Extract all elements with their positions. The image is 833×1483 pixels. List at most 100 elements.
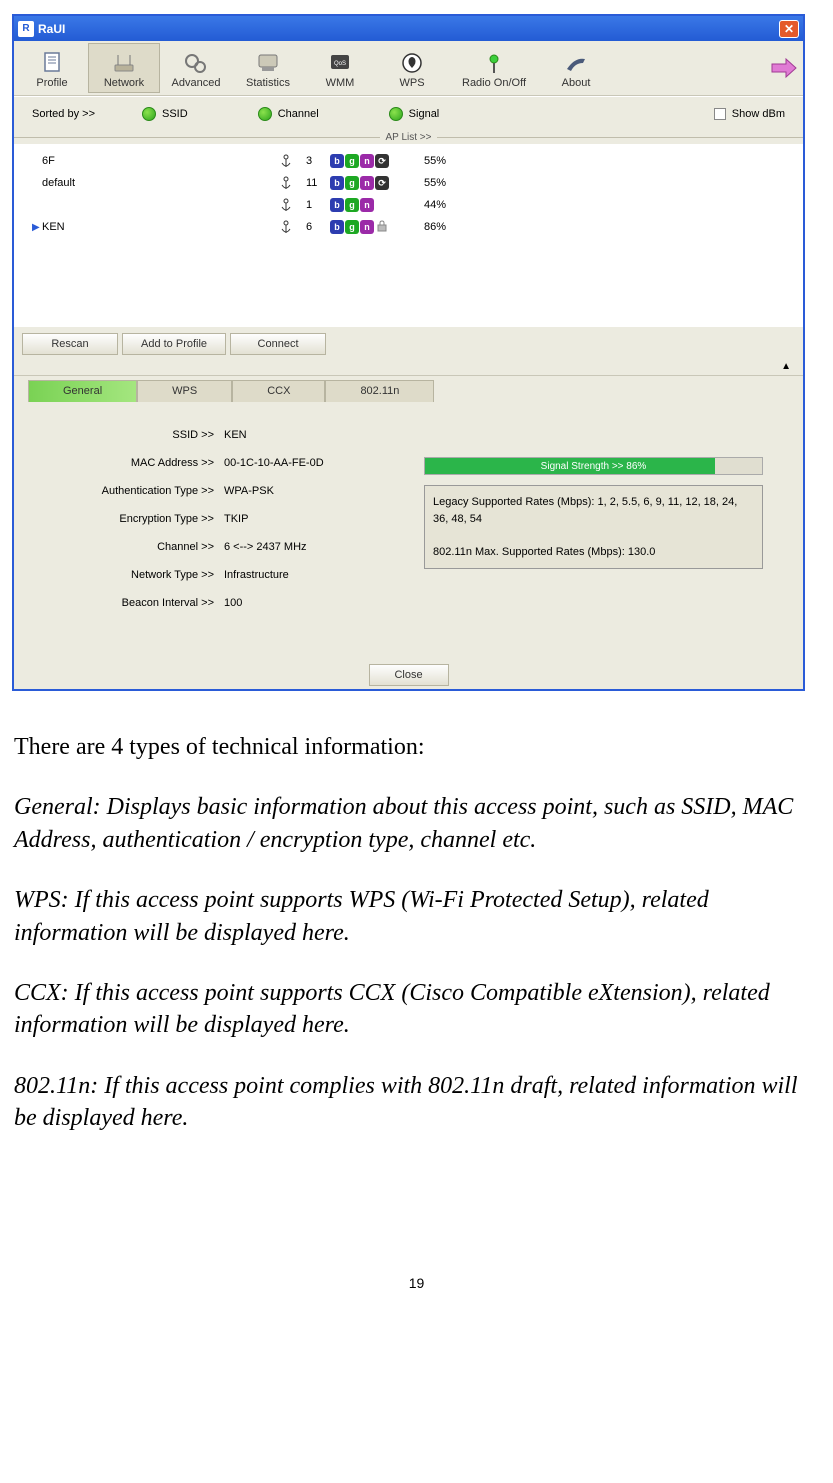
collapse-toggle[interactable]: ▲ [14,361,803,375]
badge-n-icon: n [360,176,374,190]
sort-ssid[interactable]: SSID [142,107,188,121]
ap-channel: 6 [306,221,330,233]
tab-ccx[interactable]: CCX [232,380,325,402]
doc-intro: There are 4 types of technical informati… [14,731,819,763]
application-window: R RaUI ✕ Profile Network Advanced [12,14,805,691]
anchor-icon [280,220,306,234]
detail-value: KEN [224,429,247,441]
next-page-icon[interactable] [767,51,801,85]
lock-icon [377,220,387,235]
ap-badges: bgn⟳ [330,176,410,190]
detail-label: Authentication Type >> [24,485,224,497]
sort-channel[interactable]: Channel [258,107,319,121]
ap-row[interactable]: ▶ KEN 6 bgn 86% [14,216,803,238]
show-dbm[interactable]: Show dBm [714,108,785,120]
badge-g-icon: g [345,198,359,212]
badge-b-icon: b [330,220,344,234]
sort-label: Sorted by >> [32,108,142,120]
radio-icon [479,49,509,77]
ap-row[interactable]: default 11 bgn⟳ 55% [14,172,803,194]
tab-general[interactable]: General [28,380,137,402]
badge-n-icon: n [360,220,374,234]
ap-badges: bgn⟳ [330,154,410,168]
badge-n-icon: n [360,154,374,168]
detail-label: Beacon Interval >> [24,597,224,609]
badge-g-icon: g [345,176,359,190]
orb-icon [142,107,156,121]
detail-label: Encryption Type >> [24,513,224,525]
doc-wps: WPS: If this access point supports WPS (… [14,884,819,949]
document-text: There are 4 types of technical informati… [0,691,833,1135]
ap-ssid: default [42,177,280,189]
ap-percent: 86% [410,221,460,233]
tab-wps[interactable]: WPS [376,43,448,93]
detail-value: WPA-PSK [224,485,274,497]
checkbox-icon[interactable] [714,108,726,120]
profile-icon [37,49,67,77]
signal-strength-bar: Signal Strength >> 86% [424,457,763,475]
rescan-button[interactable]: Rescan [22,333,118,355]
detail-row: MAC Address >> 00-1C-10-AA-FE-0D [24,449,424,477]
detail-row: SSID >> KEN [24,421,424,449]
detail-label: SSID >> [24,429,224,441]
selected-icon: ▶ [32,222,42,233]
detail-row: Beacon Interval >> 100 [24,589,424,617]
tab-statistics[interactable]: Statistics [232,43,304,93]
signal-bar [460,222,750,233]
detail-value: 6 <--> 2437 MHz [224,541,307,553]
statistics-icon [253,49,283,77]
ap-ssid: 6F [42,155,280,167]
badge-s-icon: ⟳ [375,176,389,190]
ap-percent: 55% [410,155,460,167]
orb-icon [258,107,272,121]
detail-label: MAC Address >> [24,457,224,469]
badge-b-icon: b [330,154,344,168]
anchor-icon [280,198,306,212]
ap-ssid: KEN [42,221,280,233]
connect-button[interactable]: Connect [230,333,326,355]
titlebar[interactable]: R RaUI ✕ [14,16,803,41]
action-buttons: Rescan Add to Profile Connect [14,327,803,361]
doc-80211n: 802.11n: If this access point complies w… [14,1070,819,1135]
detail-label: Channel >> [24,541,224,553]
detail-row: Authentication Type >> WPA-PSK [24,477,424,505]
detail-label: Network Type >> [24,569,224,581]
sort-signal[interactable]: Signal [389,107,440,121]
anchor-icon [280,154,306,168]
badge-s-icon: ⟳ [375,154,389,168]
tab-radio[interactable]: Radio On/Off [448,43,540,93]
add-profile-button[interactable]: Add to Profile [122,333,226,355]
detail-row: Network Type >> Infrastructure [24,561,424,589]
sort-bar: Sorted by >> SSID Channel Signal Show dB… [14,96,803,130]
detail-row: Encryption Type >> TKIP [24,505,424,533]
tab-profile[interactable]: Profile [16,43,88,93]
orb-icon [389,107,403,121]
ap-channel: 3 [306,155,330,167]
tab-advanced[interactable]: Advanced [160,43,232,93]
detail-tabs: GeneralWPSCCX802.11n [14,375,803,401]
legacy-rates: Legacy Supported Rates (Mbps): 1, 2, 5.5… [433,494,754,527]
tab-wmm[interactable]: QoS WMM [304,43,376,93]
close-icon[interactable]: ✕ [779,20,799,38]
ap-list[interactable]: 6F 3 bgn⟳ 55% default 11 bgn⟳ 55% 1 bgn … [14,144,803,327]
anchor-icon [280,176,306,190]
detail-value: Infrastructure [224,569,289,581]
supported-rates-box: Legacy Supported Rates (Mbps): 1, 2, 5.5… [424,485,763,569]
n-rates: 802.11n Max. Supported Rates (Mbps): 130… [433,544,754,561]
ap-row[interactable]: 6F 3 bgn⟳ 55% [14,150,803,172]
badge-n-icon: n [360,198,374,212]
badge-b-icon: b [330,176,344,190]
tab-about[interactable]: About [540,43,612,93]
ap-row[interactable]: 1 bgn 44% [14,194,803,216]
signal-bar [460,200,750,211]
badge-g-icon: g [345,154,359,168]
detail-value: 00-1C-10-AA-FE-0D [224,457,324,469]
ap-channel: 11 [306,177,330,189]
page-number: 19 [0,1275,833,1301]
tab-wps[interactable]: WPS [137,380,232,402]
tab-80211n[interactable]: 802.11n [325,380,434,402]
badge-g-icon: g [345,220,359,234]
advanced-icon [181,49,211,77]
close-button[interactable]: Close [369,664,449,686]
tab-network[interactable]: Network [88,43,160,93]
